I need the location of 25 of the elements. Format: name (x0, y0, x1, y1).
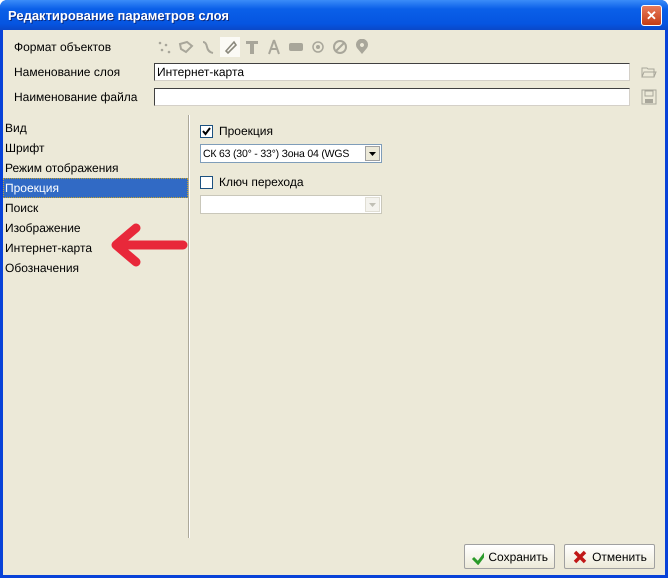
sidebar-item[interactable]: Шрифт (3, 138, 188, 158)
cross-icon (572, 548, 588, 564)
sidebar-item[interactable]: Режим отображения (3, 158, 188, 178)
sidebar-item[interactable]: Проекция (3, 178, 188, 198)
close-button[interactable]: ✕ (641, 4, 662, 26)
text-field[interactable]: Интернет-карта (154, 62, 630, 80)
save-button[interactable]: Сохранить (464, 544, 555, 569)
caret-icon (369, 202, 376, 206)
checkmark-icon (202, 126, 211, 136)
sidebar-item[interactable]: Поиск (3, 198, 188, 218)
caret-icon (369, 152, 376, 156)
field-label: Формат объектов (14, 40, 112, 54)
text-field[interactable] (154, 88, 630, 106)
sidebar-item[interactable]: Вид (3, 118, 188, 138)
sidebar-item[interactable]: Обозначения (3, 258, 188, 278)
checkbox[interactable]: Проекция (200, 121, 655, 141)
field-label: Наменование слоя (14, 64, 122, 78)
shape-icon[interactable] (220, 36, 240, 56)
sidebar-item[interactable]: Интернет-карта (3, 238, 188, 258)
window-title: Редактирование параметров слоя (8, 8, 229, 22)
save-icon[interactable] (641, 88, 657, 104)
cancel-button[interactable]: Отменить (564, 544, 655, 569)
field-label: Наименование файла (14, 90, 138, 104)
sidebar-item[interactable]: Изображение (3, 218, 188, 238)
dropdown[interactable]: СК 63 (30° - 33°) Зона 04 (WGS (200, 144, 382, 163)
